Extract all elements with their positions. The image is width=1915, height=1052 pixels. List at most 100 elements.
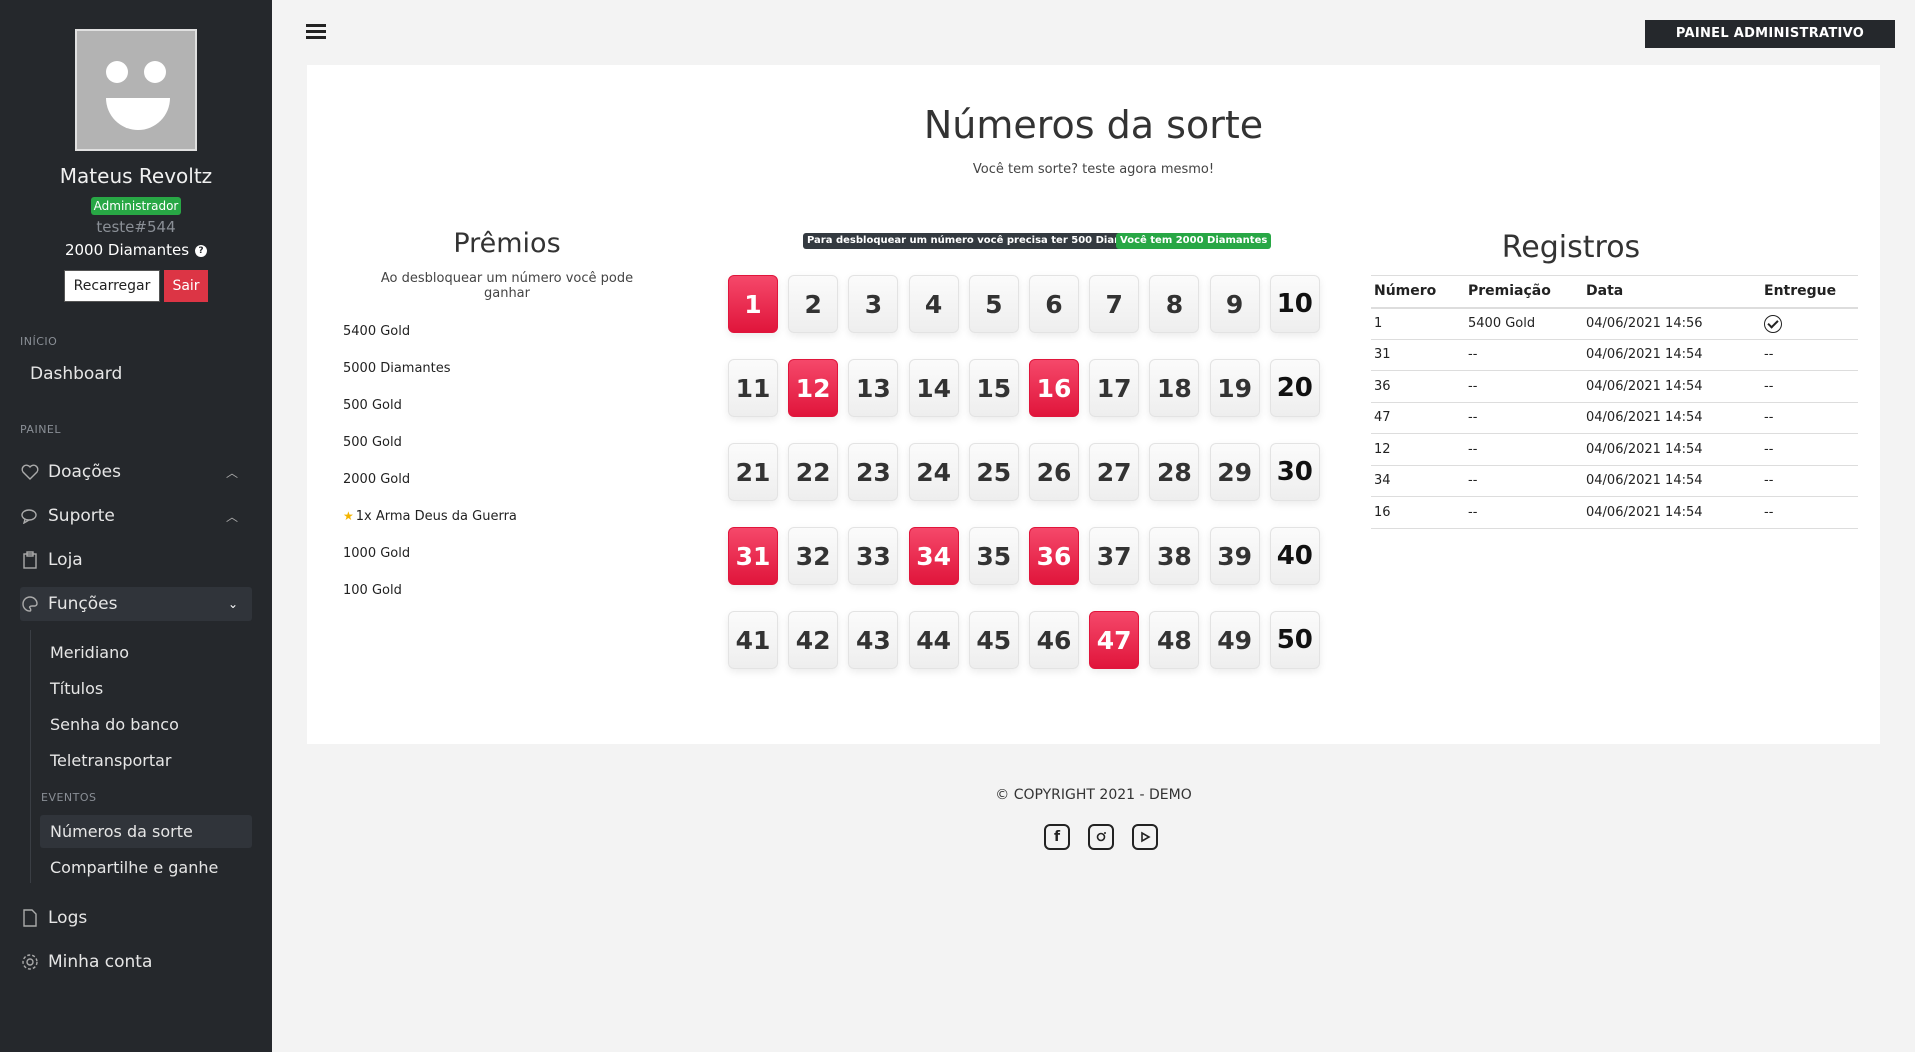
logout-button[interactable]: Sair bbox=[164, 270, 208, 302]
number-cell[interactable]: 32 bbox=[788, 527, 839, 585]
sidebar-item-label: Minha conta bbox=[48, 952, 153, 972]
number-cell[interactable]: 15 bbox=[968, 359, 1019, 417]
number-cell[interactable]: 34 bbox=[908, 527, 959, 585]
submenu-rail bbox=[30, 630, 31, 883]
number-cell[interactable]: 22 bbox=[788, 443, 839, 501]
number-cell[interactable]: 46 bbox=[1029, 611, 1079, 669]
number-cell[interactable]: 25 bbox=[968, 443, 1019, 501]
sidebar-item-label: Dashboard bbox=[30, 364, 123, 384]
table-cell: 04/06/2021 14:54 bbox=[1583, 433, 1761, 466]
number-cell[interactable]: 24 bbox=[908, 443, 959, 501]
number-cell[interactable]: 8 bbox=[1149, 275, 1200, 333]
sidebar-subitem-teleport[interactable]: Teletransportar bbox=[50, 751, 172, 770]
sidebar-subitem-lucky-numbers[interactable]: Números da sorte bbox=[50, 822, 193, 841]
number-cell[interactable]: 5 bbox=[968, 275, 1019, 333]
number-cell[interactable]: 17 bbox=[1089, 359, 1140, 417]
number-cell[interactable]: 49 bbox=[1209, 611, 1260, 669]
table-cell: -- bbox=[1465, 402, 1583, 434]
number-cell[interactable]: 27 bbox=[1089, 443, 1140, 501]
sidebar-subitem-bank-password[interactable]: Senha do banco bbox=[50, 715, 179, 734]
sidebar-item-logs[interactable]: Logs bbox=[20, 901, 252, 935]
admin-panel-button[interactable]: PAINEL ADMINISTRATIVO bbox=[1645, 20, 1895, 48]
prize-item: 500 Gold bbox=[343, 398, 402, 413]
user-tag: teste#544 bbox=[96, 218, 176, 236]
menu-toggle-icon[interactable] bbox=[306, 24, 326, 40]
number-cell[interactable]: 12 bbox=[788, 359, 839, 417]
clipboard-icon bbox=[20, 550, 40, 570]
sidebar-item-account[interactable]: Minha conta bbox=[20, 945, 252, 979]
number-cell[interactable]: 37 bbox=[1089, 527, 1140, 585]
instagram-icon[interactable] bbox=[1088, 824, 1114, 850]
sidebar-item-shop[interactable]: Loja bbox=[20, 543, 252, 577]
number-cell[interactable]: 38 bbox=[1149, 527, 1200, 585]
number-cell[interactable]: 14 bbox=[908, 359, 959, 417]
help-icon[interactable]: ? bbox=[195, 244, 208, 257]
facebook-icon[interactable]: f bbox=[1044, 824, 1070, 850]
number-cell[interactable]: 21 bbox=[728, 443, 778, 501]
gear-icon bbox=[20, 952, 40, 972]
number-cell[interactable]: 33 bbox=[848, 527, 899, 585]
number-cell[interactable]: 39 bbox=[1209, 527, 1260, 585]
recharge-button[interactable]: Recarregar bbox=[64, 270, 160, 302]
records-header-row: Número Premiação Data Entregue bbox=[1371, 275, 1858, 309]
number-cell[interactable]: 35 bbox=[968, 527, 1019, 585]
check-circle-icon bbox=[1764, 314, 1782, 333]
number-cell[interactable]: 44 bbox=[908, 611, 959, 669]
table-cell: 31 bbox=[1371, 339, 1465, 371]
number-cell[interactable]: 42 bbox=[788, 611, 839, 669]
number-cell[interactable]: 23 bbox=[848, 443, 899, 501]
number-cell[interactable]: 28 bbox=[1149, 443, 1200, 501]
prize-item: 2000 Gold bbox=[343, 472, 411, 487]
column-header: Número bbox=[1371, 275, 1465, 309]
table-cell: -- bbox=[1761, 339, 1858, 371]
sidebar-item-functions[interactable]: Funções ⌄ bbox=[20, 587, 252, 621]
number-cell[interactable]: 16 bbox=[1029, 359, 1079, 417]
sidebar-item-dashboard[interactable]: Dashboard bbox=[30, 357, 262, 391]
user-diamonds: 2000 Diamantes? bbox=[0, 241, 272, 259]
number-cell[interactable]: 30 bbox=[1269, 443, 1320, 501]
number-cell[interactable]: 41 bbox=[728, 611, 778, 669]
user-name: Mateus Revoltz bbox=[59, 164, 213, 188]
prize-item-special: ★ 1x Arma Deus da Guerra bbox=[343, 509, 517, 524]
table-cell: 04/06/2021 14:54 bbox=[1583, 339, 1761, 371]
number-cell[interactable]: 9 bbox=[1209, 275, 1260, 333]
number-cell[interactable]: 7 bbox=[1089, 275, 1140, 333]
number-cell[interactable]: 11 bbox=[728, 359, 778, 417]
number-cell[interactable]: 19 bbox=[1209, 359, 1260, 417]
table-row: 1 5400 Gold 04/06/2021 14:56 bbox=[1371, 307, 1858, 340]
sidebar: Mateus Revoltz Administrador teste#544 2… bbox=[0, 0, 272, 1052]
sidebar-subitem-titulos[interactable]: Títulos bbox=[50, 679, 103, 698]
table-cell: -- bbox=[1761, 402, 1858, 434]
number-cell[interactable]: 3 bbox=[848, 275, 899, 333]
youtube-icon[interactable] bbox=[1132, 824, 1158, 850]
section-panel: PAINEL bbox=[20, 423, 62, 436]
number-cell[interactable]: 47 bbox=[1089, 611, 1140, 669]
number-cell[interactable]: 6 bbox=[1029, 275, 1079, 333]
number-cell[interactable]: 43 bbox=[848, 611, 899, 669]
number-cell[interactable]: 10 bbox=[1269, 275, 1320, 333]
social-links: f bbox=[1044, 824, 1158, 850]
section-start: INÍCIO bbox=[20, 335, 58, 348]
number-cell[interactable]: 18 bbox=[1149, 359, 1200, 417]
number-cell[interactable]: 26 bbox=[1029, 443, 1079, 501]
sidebar-item-donations[interactable]: Doações ︿ bbox=[20, 455, 252, 489]
number-cell[interactable]: 4 bbox=[908, 275, 959, 333]
number-cell[interactable]: 13 bbox=[848, 359, 899, 417]
number-cell[interactable]: 1 bbox=[728, 275, 778, 333]
sidebar-item-support[interactable]: Suporte ︿ bbox=[20, 499, 252, 533]
number-cell[interactable]: 50 bbox=[1269, 611, 1320, 669]
number-cell[interactable]: 48 bbox=[1149, 611, 1200, 669]
heart-icon bbox=[20, 462, 40, 482]
number-cell[interactable]: 29 bbox=[1209, 443, 1260, 501]
number-cell[interactable]: 40 bbox=[1269, 527, 1320, 585]
avatar bbox=[75, 29, 197, 151]
prize-item: 5400 Gold bbox=[343, 324, 411, 339]
number-cell[interactable]: 2 bbox=[788, 275, 839, 333]
number-cell[interactable]: 36 bbox=[1029, 527, 1079, 585]
number-cell[interactable]: 31 bbox=[728, 527, 778, 585]
palette-icon bbox=[20, 594, 40, 614]
sidebar-subitem-meridiano[interactable]: Meridiano bbox=[50, 643, 129, 662]
number-cell[interactable]: 20 bbox=[1269, 359, 1320, 417]
sidebar-subitem-share-and-win[interactable]: Compartilhe e ganhe bbox=[50, 858, 218, 877]
number-cell[interactable]: 45 bbox=[968, 611, 1019, 669]
